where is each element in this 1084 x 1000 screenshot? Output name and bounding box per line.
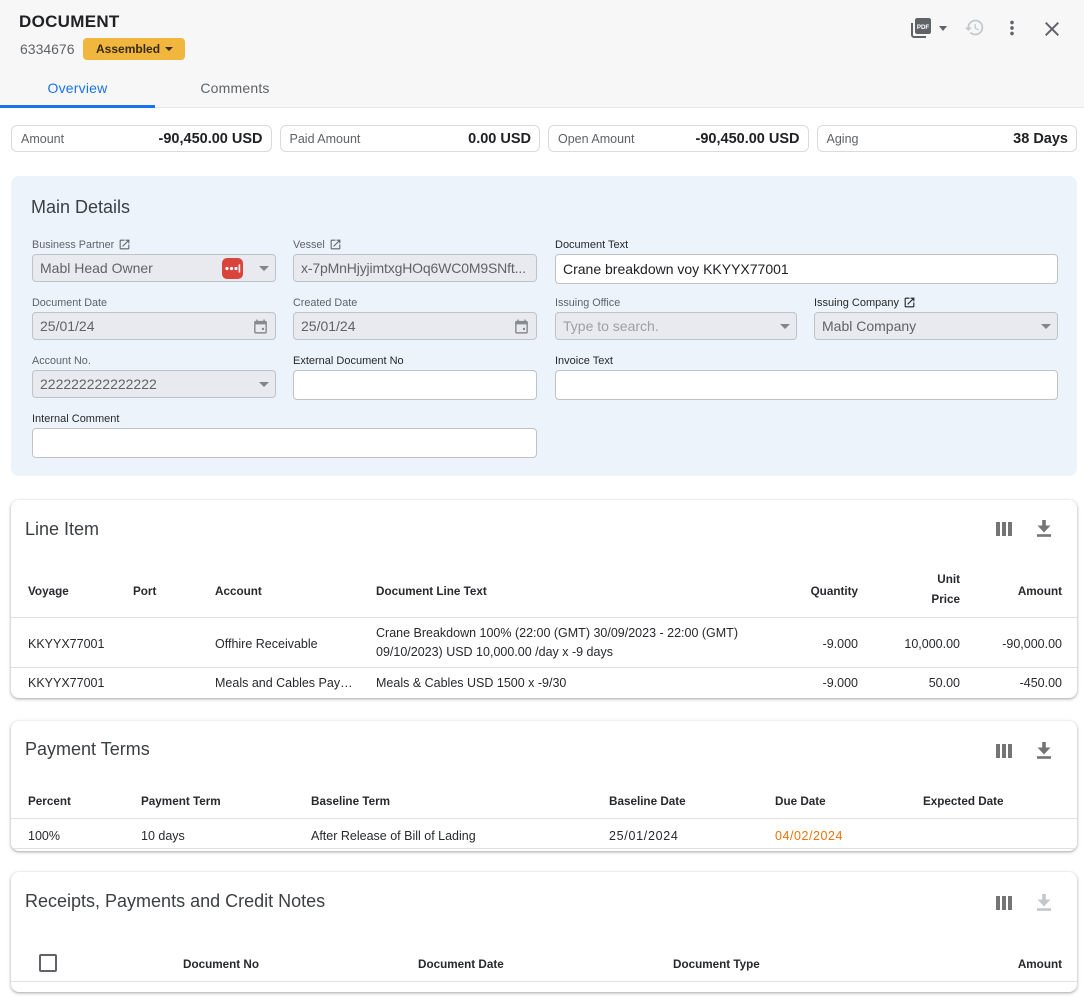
svg-text:PDF: PDF: [917, 24, 930, 31]
